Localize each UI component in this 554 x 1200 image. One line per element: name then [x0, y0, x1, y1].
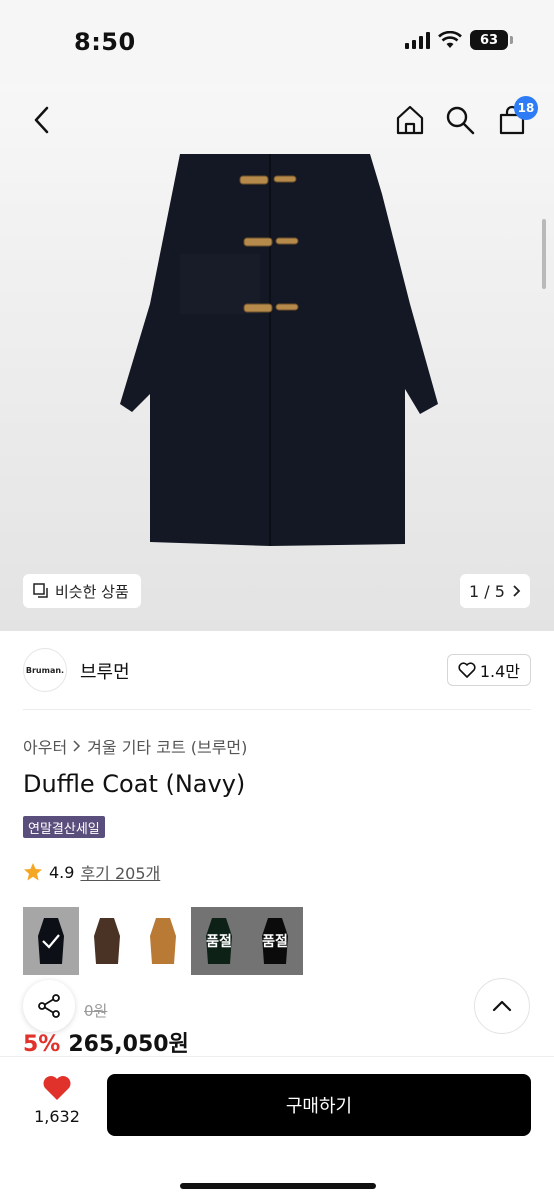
product-title: Duffle Coat (Navy)	[23, 770, 246, 798]
scroll-top-button[interactable]	[474, 978, 530, 1034]
coat-thumbnail	[150, 918, 176, 964]
coat-thumbnail	[94, 918, 120, 964]
share-icon	[38, 994, 60, 1018]
variant-green[interactable]: 품절	[191, 907, 247, 975]
chevron-left-icon	[34, 106, 49, 134]
battery-level: 63	[479, 32, 499, 48]
discount-rate: 5%	[23, 1032, 61, 1057]
chevron-right-icon	[513, 585, 521, 597]
rating-row: 4.9 후기 205개	[23, 860, 160, 884]
share-button[interactable]	[23, 980, 75, 1032]
rating-score: 4.9	[49, 862, 75, 882]
reviews-link[interactable]: 후기 205개	[80, 860, 160, 884]
sale-price: 265,050원	[68, 1032, 189, 1057]
similar-products-button[interactable]: 비슷한 상품	[23, 574, 141, 608]
similar-products-label: 비슷한 상품	[55, 582, 129, 601]
copy-icon	[33, 583, 48, 598]
top-nav: 18	[0, 96, 554, 140]
brand-like-button[interactable]: 1.4만	[446, 654, 531, 686]
heart-outline-icon	[458, 662, 476, 678]
chevron-up-icon	[492, 1000, 512, 1012]
brand-like-count: 1.4만	[479, 662, 520, 681]
seller-row[interactable]: Bruman. 브루먼 1.4만	[0, 644, 554, 698]
wish-button[interactable]: 1,632	[30, 1075, 84, 1126]
price-row: 5% 265,050원	[23, 1026, 189, 1058]
original-price: 0원	[84, 1002, 108, 1020]
battery-icon: 63	[470, 30, 513, 50]
buy-button[interactable]: 구매하기	[107, 1074, 531, 1136]
chevron-right-icon	[73, 740, 81, 752]
signal-icon	[405, 31, 430, 49]
variant-black[interactable]: 품절	[247, 907, 303, 975]
cart-button[interactable]: 18	[494, 96, 538, 138]
brand-logo[interactable]: Bruman.	[23, 648, 67, 692]
status-bar: 8:50 63	[0, 0, 554, 84]
product-image[interactable]	[0, 84, 554, 631]
sale-tag: 연말결산세일	[23, 816, 105, 838]
page-indicator: 1 / 5	[469, 581, 505, 601]
status-time: 8:50	[74, 28, 136, 56]
check-icon	[42, 934, 60, 949]
heart-icon	[43, 1076, 71, 1100]
divider	[23, 709, 531, 710]
star-icon	[24, 863, 42, 881]
soldout-label: 품절	[262, 934, 288, 950]
color-variants: 품절 품절	[23, 907, 303, 975]
variant-navy[interactable]	[23, 907, 79, 975]
search-icon	[446, 106, 475, 135]
back-button[interactable]	[26, 100, 56, 140]
variant-camel[interactable]	[135, 907, 191, 975]
coat-image	[120, 154, 438, 546]
bottom-bar: 1,632 구매하기	[0, 1056, 554, 1200]
home-button[interactable]	[392, 102, 428, 138]
variant-brown[interactable]	[79, 907, 135, 975]
breadcrumb-level2[interactable]: 겨울 기타 코트 (브루먼)	[87, 734, 247, 758]
soldout-label: 품절	[206, 934, 232, 950]
breadcrumb-level1[interactable]: 아우터	[23, 734, 67, 758]
breadcrumb: 아우터 겨울 기타 코트 (브루먼)	[23, 734, 247, 758]
wish-count: 1,632	[34, 1107, 80, 1126]
search-button[interactable]	[442, 102, 478, 138]
brand-name[interactable]: 브루먼	[80, 658, 130, 684]
home-icon	[396, 105, 424, 135]
status-icons: 63	[405, 30, 513, 50]
home-indicator[interactable]	[180, 1183, 376, 1189]
scrollbar[interactable]	[542, 219, 546, 289]
cart-badge: 18	[514, 96, 538, 120]
wifi-icon	[438, 31, 462, 48]
image-pager[interactable]: 1 / 5	[460, 574, 530, 608]
